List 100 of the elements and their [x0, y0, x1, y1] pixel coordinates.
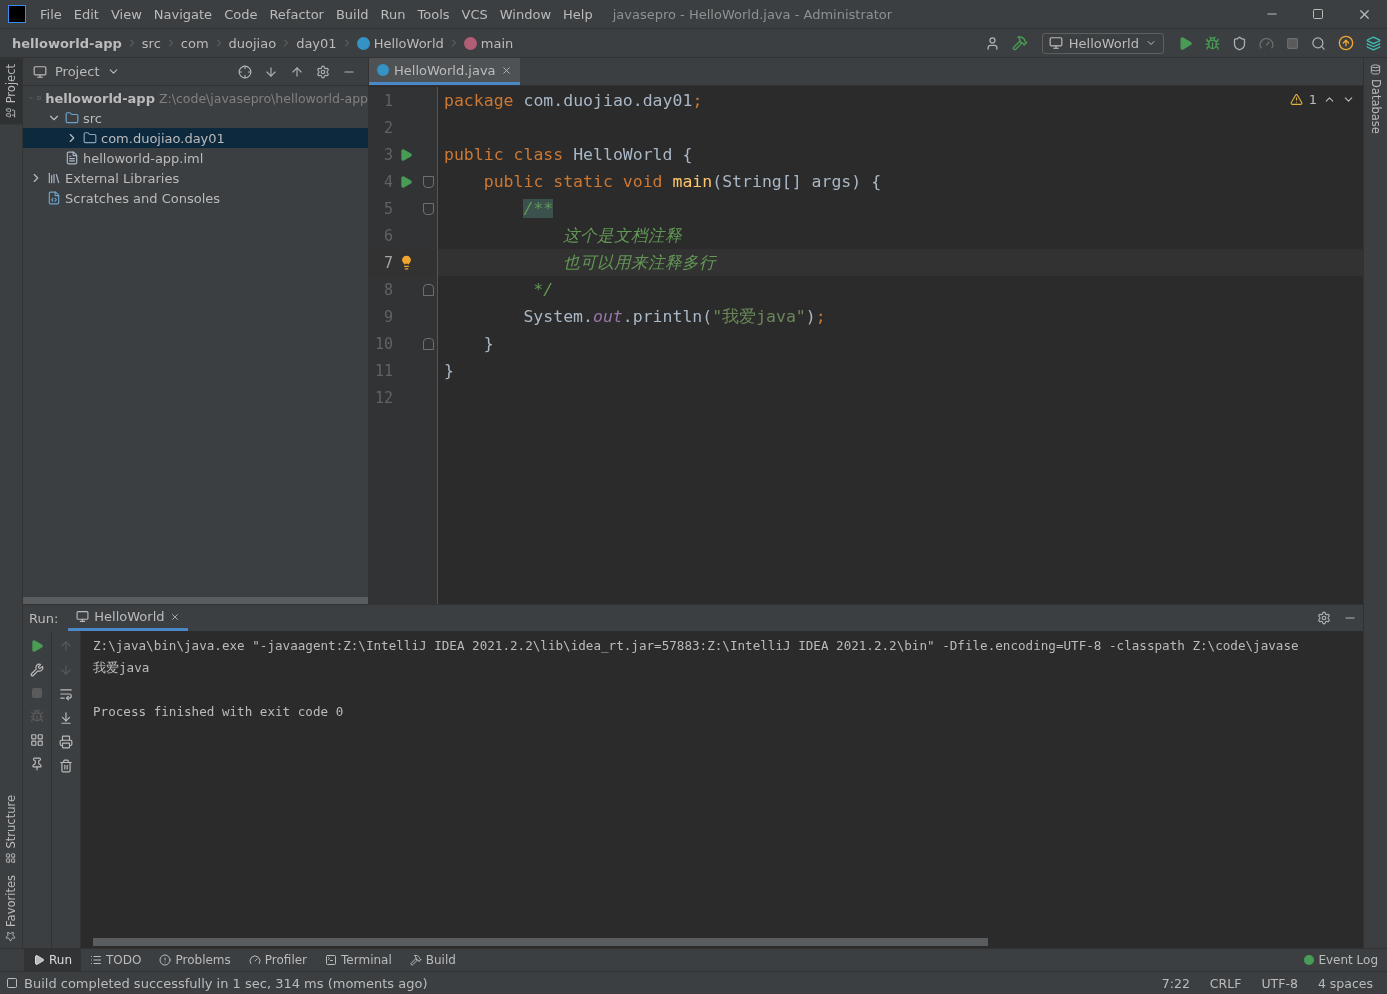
menu-item[interactable]: File: [34, 6, 68, 22]
warning-icon[interactable]: [1289, 93, 1303, 106]
code-line: 这个是文档注释: [563, 224, 683, 247]
run-icon[interactable]: [1178, 35, 1193, 51]
menu-item[interactable]: Window: [493, 6, 558, 22]
menu-item[interactable]: Tools: [411, 6, 456, 22]
print-icon[interactable]: [59, 735, 73, 749]
menu-item[interactable]: Run: [374, 6, 412, 22]
scroll-to-end-icon[interactable]: [59, 711, 73, 725]
side-tab[interactable]: Database: [1364, 58, 1387, 140]
shield-icon[interactable]: [1232, 35, 1247, 51]
breadcrumb[interactable]: day01: [296, 35, 337, 51]
tool-window-tab[interactable]: Build: [400, 949, 465, 971]
code-line: public class HelloWorld {: [444, 145, 693, 164]
breadcrumb[interactable]: main: [463, 35, 514, 51]
crosshair-icon[interactable]: [238, 64, 252, 79]
wrap-icon[interactable]: [59, 687, 73, 701]
fold-icon[interactable]: [422, 283, 434, 296]
menu-item[interactable]: View: [104, 6, 148, 22]
panel-title[interactable]: Project: [55, 64, 100, 79]
status-dot-icon: [1304, 955, 1315, 965]
menu-item[interactable]: Refactor: [263, 6, 330, 22]
status-item[interactable]: CRLF: [1209, 975, 1242, 991]
status-message: Build completed successfully in 1 sec, 314 ms (moments ago): [24, 975, 428, 991]
fold-icon[interactable]: [422, 337, 434, 350]
status-item[interactable]: UTF-8: [1261, 975, 1298, 991]
tree-item[interactable]: com.duojiao.day01: [23, 128, 368, 148]
window-title: javasepro - HelloWorld.java - Administrator: [612, 6, 894, 22]
app-logo: [8, 5, 26, 23]
breadcrumb[interactable]: duojiao: [228, 35, 277, 51]
close-icon[interactable]: [169, 611, 180, 622]
expand-all-icon[interactable]: [264, 64, 278, 79]
run-config-dropdown[interactable]: HelloWorld: [1041, 32, 1164, 54]
menu-item[interactable]: Code: [218, 6, 264, 22]
tool-window-tab[interactable]: TODO: [81, 949, 151, 971]
scrollbar[interactable]: [23, 597, 368, 604]
tree-item[interactable]: src: [23, 108, 368, 128]
status-item[interactable]: 4 spaces: [1317, 975, 1373, 991]
pin-icon[interactable]: [30, 757, 44, 771]
update-icon[interactable]: [1338, 35, 1354, 51]
status-item[interactable]: 7:22: [1161, 975, 1190, 991]
hammer-icon: [409, 954, 422, 966]
tool-window-tab[interactable]: Problems: [150, 949, 240, 971]
code-line: public static void main(String[] args) {: [483, 172, 882, 191]
editor-tab[interactable]: HelloWorld.java: [369, 58, 520, 85]
tree-item[interactable]: helloworld-app Z:\code\javasepro\helloworld-app: [23, 88, 368, 108]
side-tab[interactable]: Structure: [0, 788, 22, 870]
code-line: System.out.println("我爱java");: [523, 305, 826, 328]
play-icon: [33, 954, 45, 966]
settings-icon[interactable]: [316, 64, 330, 79]
breadcrumb[interactable]: helloworld-app: [12, 35, 122, 51]
database-icon: [1370, 64, 1381, 75]
rerun-icon[interactable]: [30, 639, 44, 653]
collapse-all-icon[interactable]: [290, 64, 304, 79]
folder-tree-icon: [5, 107, 17, 119]
breadcrumb[interactable]: com: [180, 35, 209, 51]
user-icon[interactable]: [984, 35, 1000, 51]
run-label: Run:: [29, 610, 59, 626]
run-gutter-icon[interactable]: [399, 147, 413, 162]
side-tab[interactable]: Project: [0, 58, 22, 125]
scrollbar[interactable]: [93, 938, 988, 946]
tree-item[interactable]: External Libraries: [23, 168, 368, 188]
bug-icon[interactable]: [1205, 35, 1220, 51]
console-tab[interactable]: HelloWorld: [68, 605, 188, 631]
fold-icon[interactable]: [422, 202, 434, 215]
trash-icon[interactable]: [59, 759, 73, 773]
run-gutter-icon[interactable]: [399, 174, 413, 189]
warning-count[interactable]: 1: [1308, 92, 1317, 107]
alert-icon: [159, 954, 172, 966]
menu-item[interactable]: Edit: [67, 6, 105, 22]
menu-item[interactable]: Build: [329, 6, 375, 22]
event-log-tab[interactable]: Event Log: [1295, 949, 1387, 971]
menu-item[interactable]: VCS: [455, 6, 494, 22]
grid-icon: [5, 852, 17, 864]
wrench-icon[interactable]: [30, 663, 44, 677]
settings-icon[interactable]: [1317, 611, 1331, 625]
class-icon: [356, 36, 370, 50]
console-line: Process finished with exit code 0: [93, 703, 344, 721]
fold-icon[interactable]: [422, 175, 434, 188]
side-tab[interactable]: Favorites: [0, 869, 22, 948]
tree-item[interactable]: Scratches and Consoles: [23, 188, 368, 208]
hammer-icon[interactable]: [1011, 35, 1028, 51]
layers-icon[interactable]: [1366, 35, 1381, 51]
layout-icon[interactable]: [30, 733, 44, 747]
tool-window-tab[interactable]: Run: [24, 949, 81, 971]
tool-window-tab[interactable]: Terminal: [316, 949, 401, 971]
panel-toggle-icon[interactable]: [6, 977, 18, 989]
tree-label: External Libraries: [65, 170, 180, 186]
maximize-icon[interactable]: [1312, 8, 1324, 20]
breadcrumb[interactable]: HelloWorld: [356, 35, 444, 51]
tree-item[interactable]: helloworld-app.iml: [23, 148, 368, 168]
close-icon[interactable]: [500, 64, 512, 76]
tree-label: helloworld-app.iml: [83, 150, 204, 166]
code-line: 也可以用来注释多行: [563, 251, 717, 274]
menu-item[interactable]: Help: [557, 6, 599, 22]
menu-item[interactable]: Navigate: [147, 6, 219, 22]
search-icon[interactable]: [1311, 35, 1326, 51]
breadcrumb[interactable]: src: [141, 35, 161, 51]
path-hint: Z:\code\javasepro\helloworld-app: [158, 90, 368, 106]
tool-window-tab[interactable]: Profiler: [239, 949, 317, 971]
